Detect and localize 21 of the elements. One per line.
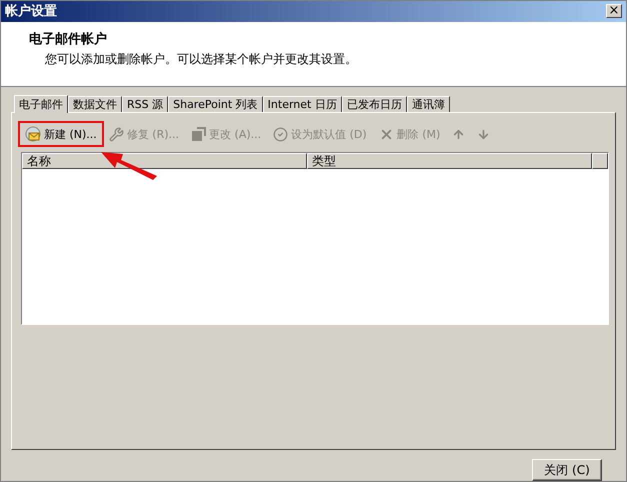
header-title: 电子邮件帐户 xyxy=(29,30,108,48)
close-button[interactable]: × xyxy=(606,4,622,18)
wrench-icon xyxy=(108,126,124,142)
tab[interactable]: 数据文件 xyxy=(68,96,122,112)
tab[interactable]: 通讯簿 xyxy=(406,96,450,112)
column-header[interactable]: 名称 xyxy=(22,153,307,169)
tab[interactable]: RSS 源 xyxy=(122,96,168,112)
tab[interactable]: 电子邮件 xyxy=(14,95,68,113)
down-arrow-icon xyxy=(477,128,490,140)
new-button[interactable]: 新建 (N)... xyxy=(21,124,101,144)
envelope-icon xyxy=(25,126,41,142)
tab[interactable]: Internet 日历 xyxy=(262,96,342,112)
tab[interactable]: SharePoint 列表 xyxy=(168,96,263,112)
tab[interactable]: 已发布日历 xyxy=(342,96,407,112)
close-dialog-button[interactable]: 关闭 (C) xyxy=(532,459,602,481)
window-title: 帐户设置 xyxy=(5,2,57,20)
header-description: 您可以添加或删除帐户。可以选择某个帐户并更改其设置。 xyxy=(44,50,358,68)
column-header[interactable]: 类型 xyxy=(307,153,592,169)
up-arrow-icon xyxy=(452,128,466,140)
check-icon xyxy=(273,126,288,142)
square-icon xyxy=(191,126,206,142)
